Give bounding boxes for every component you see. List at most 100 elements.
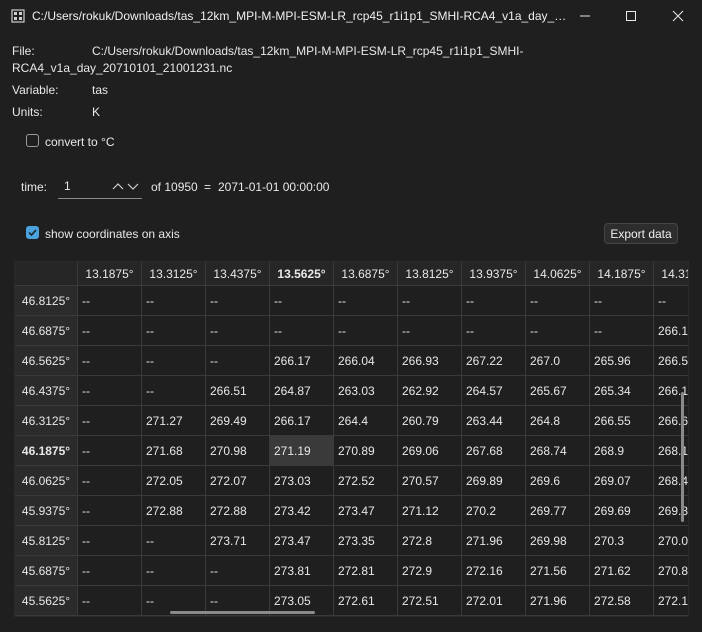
- row-header[interactable]: 46.6875°: [15, 316, 78, 346]
- table-cell[interactable]: 271.96: [526, 586, 590, 616]
- table-cell[interactable]: --: [206, 286, 270, 316]
- show-coordinates-label[interactable]: show coordinates on axis: [45, 227, 180, 241]
- column-header[interactable]: 14.0625°: [526, 262, 590, 286]
- table-cell[interactable]: 269.06: [398, 436, 462, 466]
- table-cell[interactable]: 263.03: [334, 376, 398, 406]
- table-cell[interactable]: 270.57: [398, 466, 462, 496]
- column-header[interactable]: 13.4375°: [206, 262, 270, 286]
- table-cell[interactable]: 270.88: [654, 556, 688, 586]
- table-cell[interactable]: 264.4: [334, 406, 398, 436]
- table-cell[interactable]: 267.22: [462, 346, 526, 376]
- table-cell[interactable]: 272.51: [398, 586, 462, 616]
- table-cell[interactable]: --: [78, 436, 142, 466]
- table-cell[interactable]: 270.02: [654, 526, 688, 556]
- table-cell[interactable]: 267.0: [526, 346, 590, 376]
- table-cell[interactable]: 273.35: [334, 526, 398, 556]
- table-cell[interactable]: 260.79: [398, 406, 462, 436]
- export-data-button[interactable]: Export data: [604, 223, 678, 244]
- table-cell[interactable]: --: [590, 316, 654, 346]
- table-cell[interactable]: --: [78, 376, 142, 406]
- table-cell[interactable]: 272.14: [654, 586, 688, 616]
- table-cell[interactable]: 268.9: [590, 436, 654, 466]
- table-cell[interactable]: --: [142, 346, 206, 376]
- table-cell[interactable]: 272.05: [142, 466, 206, 496]
- table-cell[interactable]: 269.07: [590, 466, 654, 496]
- table-cell[interactable]: --: [270, 316, 334, 346]
- table-cell[interactable]: 270.89: [334, 436, 398, 466]
- chevron-up-icon[interactable]: [111, 178, 125, 194]
- table-cell[interactable]: --: [78, 496, 142, 526]
- table-cell[interactable]: --: [78, 316, 142, 346]
- column-header[interactable]: 13.5625°: [270, 262, 334, 286]
- table-cell[interactable]: --: [78, 526, 142, 556]
- table-cell[interactable]: --: [590, 286, 654, 316]
- table-cell[interactable]: 266.17: [270, 346, 334, 376]
- row-header[interactable]: 46.4375°: [15, 376, 78, 406]
- table-cell[interactable]: 271.56: [526, 556, 590, 586]
- chevron-down-icon[interactable]: [126, 178, 140, 194]
- table-cell[interactable]: 273.47: [334, 496, 398, 526]
- table-cell[interactable]: 266.17: [270, 406, 334, 436]
- table-cell[interactable]: --: [334, 316, 398, 346]
- table-cell[interactable]: --: [78, 466, 142, 496]
- data-table[interactable]: 13.1875° 13.3125° 13.4375° 13.5625° 13.6875°…: [14, 261, 689, 617]
- table-cell[interactable]: 272.01: [462, 586, 526, 616]
- table-cell[interactable]: 266.12: [654, 316, 688, 346]
- table-cell[interactable]: 272.88: [142, 496, 206, 526]
- table-cell[interactable]: 272.58: [590, 586, 654, 616]
- column-header[interactable]: 13.8125°: [398, 262, 462, 286]
- table-cell[interactable]: 273.81: [270, 556, 334, 586]
- table-cell[interactable]: 271.27: [142, 406, 206, 436]
- convert-celsius-label[interactable]: convert to °C: [45, 135, 115, 149]
- table-cell[interactable]: --: [142, 376, 206, 406]
- table-cell[interactable]: --: [206, 556, 270, 586]
- row-header[interactable]: 46.3125°: [15, 406, 78, 436]
- table-cell[interactable]: 269.77: [526, 496, 590, 526]
- table-cell[interactable]: 266.93: [398, 346, 462, 376]
- table-cell[interactable]: 264.57: [462, 376, 526, 406]
- table-cell[interactable]: 269.6: [526, 466, 590, 496]
- table-cell[interactable]: 268.74: [526, 436, 590, 466]
- minimize-button[interactable]: [562, 0, 608, 32]
- row-header[interactable]: 45.8125°: [15, 526, 78, 556]
- table-cell[interactable]: 265.67: [526, 376, 590, 406]
- column-header[interactable]: 13.6875°: [334, 262, 398, 286]
- table-cell[interactable]: --: [270, 286, 334, 316]
- table-cell[interactable]: 273.47: [270, 526, 334, 556]
- time-spinbox[interactable]: 1: [58, 175, 142, 199]
- table-cell[interactable]: 269.89: [462, 466, 526, 496]
- table-cell[interactable]: --: [206, 316, 270, 346]
- table-cell[interactable]: 272.81: [334, 556, 398, 586]
- table-cell[interactable]: 266.55: [590, 406, 654, 436]
- table-cell[interactable]: --: [334, 286, 398, 316]
- table-cell[interactable]: 265.96: [590, 346, 654, 376]
- convert-celsius-checkbox[interactable]: [26, 134, 39, 147]
- table-cell[interactable]: 265.34: [590, 376, 654, 406]
- table-cell[interactable]: 271.68: [142, 436, 206, 466]
- table-cell[interactable]: --: [142, 316, 206, 346]
- table-cell[interactable]: 273.71: [206, 526, 270, 556]
- table-cell[interactable]: 270.3: [590, 526, 654, 556]
- table-cell[interactable]: --: [78, 346, 142, 376]
- row-header[interactable]: 46.8125°: [15, 286, 78, 316]
- table-cell[interactable]: 263.44: [462, 406, 526, 436]
- table-cell[interactable]: 272.61: [334, 586, 398, 616]
- column-header[interactable]: 14.1875°: [590, 262, 654, 286]
- table-cell[interactable]: 273.42: [270, 496, 334, 526]
- table-cell[interactable]: --: [526, 286, 590, 316]
- table-cell[interactable]: --: [78, 556, 142, 586]
- table-cell[interactable]: 269.49: [206, 406, 270, 436]
- table-cell[interactable]: 271.19: [270, 436, 334, 466]
- table-cell[interactable]: 264.87: [270, 376, 334, 406]
- row-header[interactable]: 45.5625°: [15, 586, 78, 616]
- table-cell[interactable]: --: [398, 316, 462, 346]
- column-header[interactable]: 13.9375°: [462, 262, 526, 286]
- close-button[interactable]: [655, 0, 701, 32]
- table-cell[interactable]: 272.52: [334, 466, 398, 496]
- table-cell[interactable]: 269.69: [590, 496, 654, 526]
- row-header[interactable]: 46.0625°: [15, 466, 78, 496]
- table-cell[interactable]: 264.8: [526, 406, 590, 436]
- table-cell[interactable]: --: [142, 556, 206, 586]
- table-cell[interactable]: 272.9: [398, 556, 462, 586]
- column-header[interactable]: 13.1875°: [78, 262, 142, 286]
